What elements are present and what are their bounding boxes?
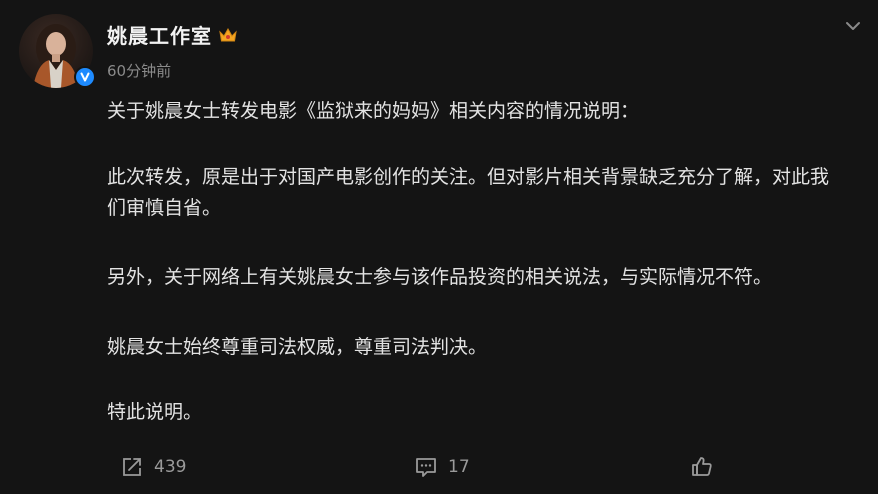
action-bar: 439 17 — [0, 455, 878, 481]
comment-button[interactable]: 17 — [414, 455, 470, 479]
comment-icon — [416, 458, 436, 477]
comment-count: 17 — [448, 457, 470, 477]
post-paragraph: 另外，关于网络上有关姚晨女士参与该作品投资的相关说法，与实际情况不符。 — [107, 266, 773, 288]
share-count: 439 — [154, 457, 187, 477]
post-paragraph: 关于姚晨女士转发电影《监狱来的妈妈》相关内容的情况说明： — [107, 100, 640, 122]
verified-icon — [74, 66, 96, 88]
chevron-down-icon[interactable] — [843, 16, 863, 36]
author-name[interactable]: 姚晨工作室 — [107, 20, 212, 49]
like-button[interactable] — [690, 455, 724, 479]
like-icon — [692, 457, 712, 476]
post-paragraph: 特此说明。 — [107, 401, 203, 423]
weibo-post: 姚晨工作室 60分钟前 关于姚晨女士转发电影《监狱来的妈妈》相关内容的情况说明：… — [0, 0, 878, 494]
share-button[interactable]: 439 — [120, 455, 186, 479]
post-paragraph: 姚晨女士始终尊重司法权威，尊重司法判决。 — [107, 336, 488, 358]
share-icon — [123, 458, 141, 476]
post-time[interactable]: 60分钟前 — [107, 60, 171, 81]
crown-icon — [219, 27, 237, 41]
author-row: 姚晨工作室 — [107, 20, 238, 49]
post-paragraph: 此次转发，原是出于对国产电影创作的关注。但对影片相关背景缺乏充分了解，对此我们审… — [107, 166, 830, 219]
